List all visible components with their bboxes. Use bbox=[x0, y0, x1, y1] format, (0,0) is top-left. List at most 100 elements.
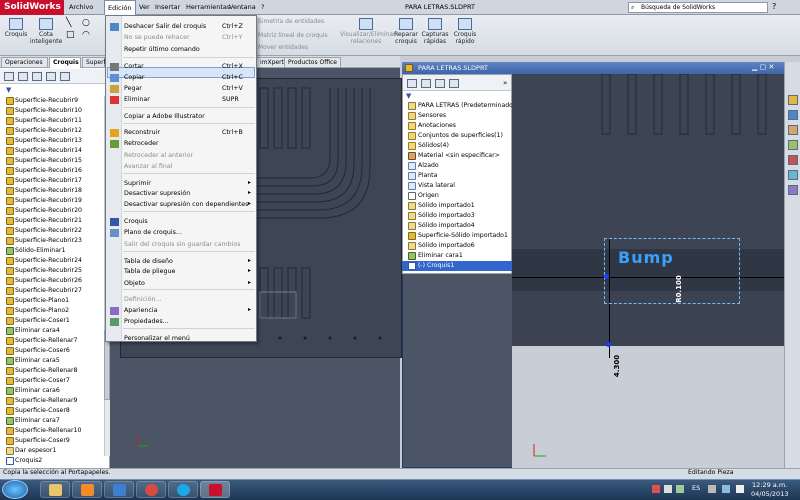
taskbar-chrome[interactable] bbox=[136, 481, 166, 498]
menu-archivo[interactable]: Archivo bbox=[66, 0, 96, 15]
solidworks-logo[interactable]: SolidWorks bbox=[0, 0, 64, 15]
tree-item[interactable]: Eliminar cara5 bbox=[0, 356, 104, 366]
edit-menu-item[interactable]: Desactivar supresión bbox=[124, 189, 190, 199]
tree-item[interactable]: Superficie-Coser7 bbox=[0, 376, 104, 386]
taskbar-windows[interactable] bbox=[104, 481, 134, 498]
edit-menu-item[interactable]: Tabla de pliegue bbox=[124, 267, 175, 277]
menu-help[interactable]: ? bbox=[258, 0, 267, 15]
visualizar-relaciones-button[interactable]: Visualizar/Eliminar relaciones bbox=[340, 18, 395, 45]
display-manager-icon[interactable] bbox=[60, 72, 70, 81]
dimxpert-manager-icon[interactable] bbox=[46, 72, 56, 81]
tree-item[interactable]: Superficie-Recubrir24 bbox=[0, 256, 104, 266]
custom-properties-icon[interactable] bbox=[788, 170, 798, 180]
matriz-button[interactable]: Matriz lineal de croquis bbox=[258, 32, 328, 39]
edit-menu-item[interactable]: Apariencia bbox=[124, 306, 157, 316]
feature-tree-icon[interactable] bbox=[4, 72, 14, 81]
tray-flag-icon[interactable] bbox=[708, 485, 716, 493]
feature-tree-icon[interactable] bbox=[407, 79, 417, 88]
tree-item[interactable]: Superficie-Recubrir18 bbox=[0, 186, 104, 196]
tree-item[interactable]: Superficie-Coser9 bbox=[0, 436, 104, 446]
taskbar-explorer[interactable] bbox=[40, 481, 70, 498]
tree-item[interactable]: Dar espesor1 bbox=[0, 446, 104, 456]
right-tree-item[interactable]: Anotaciones bbox=[402, 121, 512, 131]
edit-menu-item[interactable]: Reconstruir bbox=[124, 128, 160, 138]
file-explorer-icon[interactable] bbox=[788, 125, 798, 135]
tab-operaciones[interactable]: Operaciones bbox=[1, 57, 48, 68]
right-tree-item[interactable]: (-) Croquis1 bbox=[402, 261, 512, 271]
tray-app-icon[interactable] bbox=[652, 485, 660, 493]
property-manager-icon[interactable] bbox=[18, 72, 28, 81]
tab-superficies[interactable]: Superf bbox=[82, 57, 106, 68]
arc-icon[interactable]: ◠ bbox=[82, 30, 90, 40]
tab-croquis[interactable]: Croquis bbox=[49, 57, 81, 68]
taskbar-media[interactable] bbox=[72, 481, 102, 498]
right-tree-item[interactable]: Superficie-Sólido importado1 bbox=[402, 231, 512, 241]
tab-productos-office[interactable]: Productos Office bbox=[284, 57, 341, 68]
tray-volume-icon[interactable] bbox=[676, 485, 684, 493]
right-tree-item[interactable]: Sólido importado6 bbox=[402, 241, 512, 251]
dimxpert-manager-icon[interactable] bbox=[449, 79, 459, 88]
right-tree-item[interactable]: Sólido importado3 bbox=[402, 211, 512, 221]
croquis-rapido-button[interactable]: Croquis rápido bbox=[452, 18, 478, 45]
tree-item[interactable]: Superficie-Recubrir21 bbox=[0, 216, 104, 226]
tree-item[interactable]: Superficie-Plano2 bbox=[0, 306, 104, 316]
taskbar-solidworks[interactable] bbox=[200, 481, 230, 498]
filter-icon[interactable]: ▼ bbox=[406, 92, 411, 100]
edit-menu-item[interactable]: Plano de croquis... bbox=[124, 228, 182, 238]
close-icon[interactable]: ✕ bbox=[768, 63, 774, 71]
tree-item[interactable]: Superficie-Rellenar10 bbox=[0, 426, 104, 436]
minimize-icon[interactable]: ▁ bbox=[752, 63, 757, 71]
taskbar-skype[interactable] bbox=[168, 481, 198, 498]
tree-item[interactable]: Superficie-Recubrir27 bbox=[0, 286, 104, 296]
tree-item[interactable]: Superficie-Rellenar7 bbox=[0, 336, 104, 346]
tree-item[interactable]: Superficie-Recubrir12 bbox=[0, 126, 104, 136]
window-controls[interactable]: ▁ ▢ ✕ bbox=[752, 63, 782, 73]
reparar-croquis-button[interactable]: Reparar croquis bbox=[393, 18, 419, 45]
mover-button[interactable]: Mover entidades bbox=[258, 44, 308, 51]
edit-menu-item[interactable]: Cortar bbox=[124, 62, 144, 72]
sketch-point[interactable] bbox=[604, 274, 609, 279]
right-tree-item[interactable]: Vista lateral bbox=[402, 181, 512, 191]
right-tree-item[interactable]: Material <sin especificar> bbox=[402, 151, 512, 161]
tree-item[interactable]: Superficie-Recubrir19 bbox=[0, 196, 104, 206]
tree-item[interactable]: Superficie-Recubrir10 bbox=[0, 106, 104, 116]
resources-icon[interactable] bbox=[788, 95, 798, 105]
edit-menu-item[interactable]: Pegar bbox=[124, 84, 142, 94]
right-tree-item[interactable]: Alzado bbox=[402, 161, 512, 171]
right-tree-item[interactable]: Planta bbox=[402, 171, 512, 181]
sketch-point[interactable] bbox=[606, 342, 611, 347]
right-tree-item[interactable]: Conjuntos de superficies(1) bbox=[402, 131, 512, 141]
simetria-button[interactable]: Simetría de entidades bbox=[258, 18, 324, 25]
croquis-button[interactable]: Croquis bbox=[4, 18, 28, 38]
tree-item[interactable]: Superficie-Coser8 bbox=[0, 406, 104, 416]
tree-item[interactable]: Superficie-Recubrir23 bbox=[0, 236, 104, 246]
edit-menu-item[interactable]: Tabla de diseño bbox=[124, 257, 173, 267]
menu-ventana[interactable]: Ventana bbox=[226, 0, 259, 15]
tree-item[interactable]: Superficie-Recubrir15 bbox=[0, 156, 104, 166]
edit-menu-item[interactable]: Propiedades... bbox=[124, 317, 169, 327]
tray-battery-icon[interactable] bbox=[722, 485, 730, 493]
edit-menu-item[interactable]: Personalizar el menú bbox=[124, 334, 190, 344]
right-tree-item[interactable]: Origen bbox=[402, 191, 512, 201]
rectangle-icon[interactable]: □ bbox=[66, 30, 75, 40]
tree-item[interactable]: Superficie-Coser1 bbox=[0, 316, 104, 326]
configuration-manager-icon[interactable] bbox=[32, 72, 42, 81]
help-icon[interactable]: ? bbox=[772, 2, 776, 11]
configuration-manager-icon[interactable] bbox=[435, 79, 445, 88]
right-tree-item[interactable]: PARA LETRAS (Predeterminado< bbox=[402, 101, 512, 111]
solidworks-forum-icon[interactable] bbox=[788, 185, 798, 195]
tree-item[interactable]: Superficie-Plano1 bbox=[0, 296, 104, 306]
tree-item[interactable]: Croquis2 bbox=[0, 456, 104, 466]
right-tree-item[interactable]: Sensores bbox=[402, 111, 512, 121]
tree-item[interactable]: Eliminar cara4 bbox=[0, 326, 104, 336]
right-tree-item[interactable]: Sólidos(4) bbox=[402, 141, 512, 151]
design-library-icon[interactable] bbox=[788, 110, 798, 120]
capturas-rapidas-button[interactable]: Capturas rápidas bbox=[420, 18, 450, 45]
circle-icon[interactable]: ○ bbox=[82, 18, 90, 28]
edit-menu-item[interactable]: Copiar a Adobe Illustrator bbox=[124, 112, 205, 122]
tree-item[interactable]: Superficie-Recubrir16 bbox=[0, 166, 104, 176]
dimension-radius[interactable]: R0.100 bbox=[675, 275, 683, 303]
right-tree-item[interactable]: Eliminar cara1 bbox=[402, 251, 512, 261]
property-manager-icon[interactable] bbox=[421, 79, 431, 88]
menu-edicion[interactable]: Edición bbox=[104, 0, 136, 15]
